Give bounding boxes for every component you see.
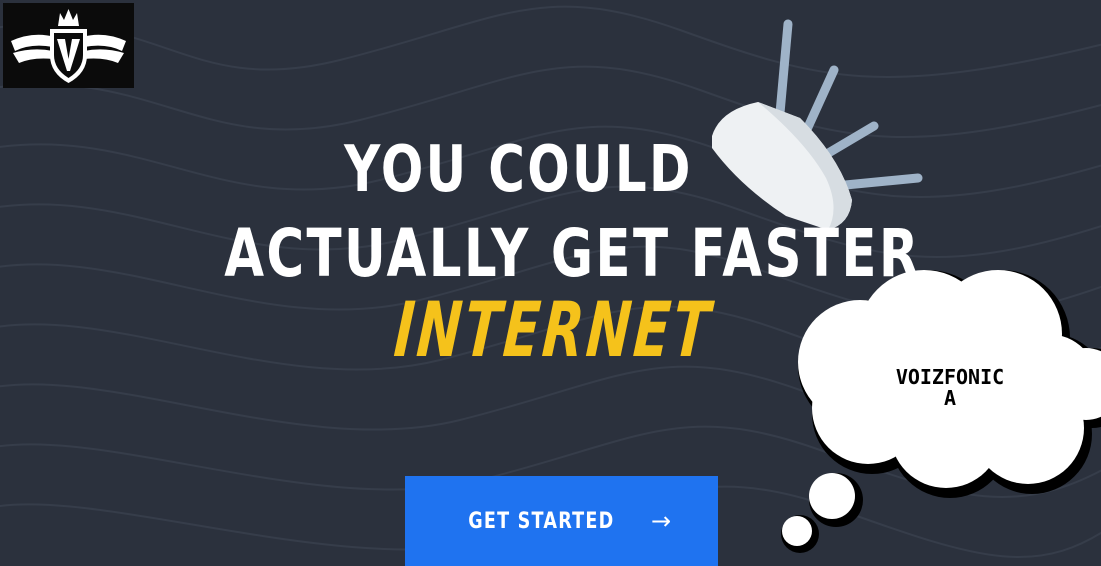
bubble-text: VOIZFONIC A [860, 367, 1040, 409]
arrow-right-icon: → [651, 507, 673, 535]
headline-line-1: YOU COULD [344, 133, 693, 207]
crowned-v-shield-logo [11, 9, 126, 83]
bubble-text-line-1: VOIZFONIC [895, 365, 1005, 389]
brand-logo[interactable] [3, 3, 134, 88]
get-started-label: GET STARTED [468, 508, 615, 534]
bubble-text-line-2: A [943, 386, 957, 410]
headline-accent-word: INTERNET [391, 285, 716, 374]
thought-bubble [781, 270, 1101, 553]
get-started-button[interactable]: GET STARTED → [405, 476, 718, 566]
